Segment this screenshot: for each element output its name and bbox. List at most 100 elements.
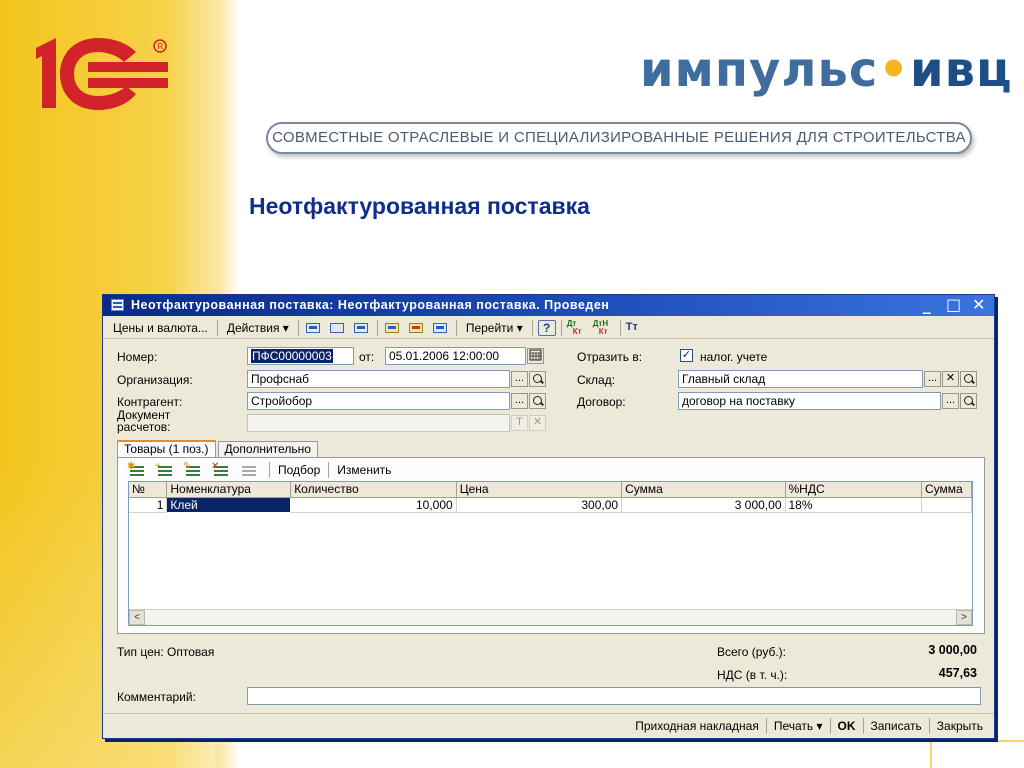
settlement-doc-label: Документ расчетов: bbox=[117, 409, 170, 433]
cell-nomenclature[interactable]: Клей bbox=[166, 496, 292, 513]
receipt-invoice-button[interactable]: Приходная накладная bbox=[628, 719, 766, 733]
goods-table[interactable]: № Номенклатура Количество Цена Сумма %НД… bbox=[128, 481, 973, 626]
cell-quantity[interactable]: 10,000 bbox=[290, 497, 457, 513]
maximize-button[interactable]: □ bbox=[946, 295, 961, 316]
brand-dot: • bbox=[878, 42, 910, 98]
cell-number[interactable]: 1 bbox=[129, 497, 168, 513]
horizontal-scrollbar[interactable]: < > bbox=[129, 609, 972, 625]
window-title: Неотфактурованная поставка: Неотфактуров… bbox=[131, 298, 610, 312]
toolbar-separator bbox=[619, 319, 621, 336]
contract-field[interactable]: договор на поставку bbox=[678, 392, 941, 410]
col-header[interactable]: Цена bbox=[456, 482, 623, 498]
table-row[interactable]: 1 Клей 10,000 300,00 3 000,00 18% bbox=[129, 496, 972, 513]
form-buttons-bar: Приходная накладная Печать ▾ OK Записать… bbox=[103, 713, 994, 738]
dt-kt-tax-icon[interactable]: ДтН Кт bbox=[593, 319, 615, 336]
prices-currency-button[interactable]: Цены и валюта... bbox=[107, 321, 214, 335]
calendar-button[interactable] bbox=[527, 348, 544, 364]
copy-icon[interactable] bbox=[431, 320, 451, 336]
copy-row-icon[interactable]: + bbox=[154, 462, 176, 478]
settlement-type-button[interactable]: T bbox=[511, 415, 528, 431]
text-format-icon[interactable]: Тт bbox=[626, 320, 648, 336]
ok-button[interactable]: OK bbox=[831, 719, 863, 733]
end-edit-icon[interactable] bbox=[238, 462, 260, 478]
contractor-select-button[interactable]: ... bbox=[511, 393, 528, 409]
document-window: Неотфактурованная поставка: Неотфактуров… bbox=[102, 294, 995, 739]
scroll-right-button[interactable]: > bbox=[956, 610, 972, 625]
save-button[interactable]: Записать bbox=[864, 719, 929, 733]
unpost-icon[interactable] bbox=[407, 320, 427, 336]
col-header[interactable]: Сумма bbox=[921, 482, 972, 498]
date-field[interactable]: 05.01.2006 12:00:00 bbox=[385, 347, 526, 365]
warehouse-select-button[interactable]: ... bbox=[924, 371, 941, 387]
toolbar-separator bbox=[297, 319, 299, 336]
toolbar-separator bbox=[376, 319, 378, 336]
contractor-open-button[interactable] bbox=[529, 393, 546, 409]
number-value: ПФС00000003 bbox=[251, 349, 333, 363]
close-button[interactable]: Закрыть bbox=[930, 719, 990, 733]
toolbar-separator bbox=[328, 462, 330, 478]
table-toolbar: ✱ + ✎ ✕ Подбор Изменить bbox=[126, 461, 396, 479]
tab-additional[interactable]: Дополнительно bbox=[217, 441, 318, 458]
nav-back-icon[interactable] bbox=[304, 320, 324, 336]
col-header[interactable]: Количество bbox=[290, 482, 457, 498]
window-titlebar[interactable]: Неотфактурованная поставка: Неотфактуров… bbox=[103, 295, 994, 316]
warehouse-clear-button[interactable]: ✕ bbox=[942, 371, 959, 387]
reflect-in-label: Отразить в: bbox=[577, 350, 643, 364]
cell-price[interactable]: 300,00 bbox=[456, 497, 623, 513]
brand-left: импульс bbox=[640, 42, 879, 98]
main-toolbar: Цены и валюта... Действия ▾ Перейти ▾ ? … bbox=[103, 317, 994, 339]
settlement-doc-field[interactable] bbox=[247, 414, 510, 432]
total-value: 3 000,00 bbox=[928, 643, 977, 657]
delete-row-icon[interactable]: ✕ bbox=[210, 462, 232, 478]
doc-structure-icon[interactable] bbox=[328, 320, 348, 336]
add-row-icon[interactable]: ✱ bbox=[126, 462, 148, 478]
close-window-button[interactable]: ✕ bbox=[972, 295, 986, 316]
number-field[interactable]: ПФС00000003 bbox=[247, 347, 354, 365]
price-type-label: Тип цен: Оптовая bbox=[117, 645, 215, 659]
slide-title: Неотфактурованная поставка bbox=[249, 193, 590, 219]
post-icon[interactable] bbox=[383, 320, 403, 336]
scroll-left-button[interactable]: < bbox=[129, 610, 145, 625]
cell-sum[interactable]: 3 000,00 bbox=[621, 497, 786, 513]
comment-field[interactable] bbox=[247, 687, 981, 705]
settlement-label-line2: расчетов: bbox=[117, 420, 171, 434]
contract-select-button[interactable]: ... bbox=[942, 393, 959, 409]
dt-kt-icon[interactable]: Дт Кт bbox=[567, 319, 589, 336]
settlement-clear-button[interactable]: ✕ bbox=[529, 415, 546, 431]
contract-label: Договор: bbox=[577, 395, 626, 409]
vat-label: НДС (в т. ч.): bbox=[717, 668, 788, 682]
edit-row-icon[interactable]: ✎ bbox=[182, 462, 204, 478]
cell-vat-sum[interactable] bbox=[921, 497, 972, 513]
from-label: от: bbox=[359, 350, 375, 364]
table-header: № Номенклатура Количество Цена Сумма %НД… bbox=[129, 482, 972, 498]
contractor-field[interactable]: Стройобор bbox=[247, 392, 510, 410]
svg-text:R: R bbox=[158, 42, 164, 51]
refresh-icon[interactable] bbox=[352, 320, 372, 336]
contractor-label: Контрагент: bbox=[117, 395, 183, 409]
cell-vat-rate[interactable]: 18% bbox=[785, 497, 922, 513]
goto-menu-button[interactable]: Перейти ▾ bbox=[460, 321, 529, 335]
vat-value: 457,63 bbox=[938, 666, 977, 680]
organization-label: Организация: bbox=[117, 373, 193, 387]
organization-field[interactable]: Профснаб bbox=[247, 370, 510, 388]
warehouse-open-button[interactable] bbox=[960, 371, 977, 387]
warehouse-field[interactable]: Главный склад bbox=[678, 370, 923, 388]
1c-logo: R bbox=[36, 38, 168, 110]
col-header[interactable]: %НДС bbox=[785, 482, 922, 498]
actions-menu-button[interactable]: Действия ▾ bbox=[221, 321, 295, 335]
help-icon[interactable]: ? bbox=[537, 319, 556, 336]
calendar-icon bbox=[529, 349, 542, 361]
organization-select-button[interactable]: ... bbox=[511, 371, 528, 387]
col-header[interactable]: Сумма bbox=[621, 482, 786, 498]
toolbar-separator bbox=[216, 319, 218, 336]
print-menu-button[interactable]: Печать ▾ bbox=[767, 719, 830, 733]
col-header[interactable]: Номенклатура bbox=[166, 482, 292, 498]
col-header[interactable]: № bbox=[129, 482, 168, 498]
tab-goods[interactable]: Товары (1 поз.) bbox=[117, 440, 216, 458]
select-items-button[interactable]: Подбор bbox=[273, 463, 325, 477]
contract-open-button[interactable] bbox=[960, 393, 977, 409]
change-items-button[interactable]: Изменить bbox=[332, 463, 396, 477]
minimize-button[interactable]: _ bbox=[920, 295, 934, 316]
tax-accounting-checkbox[interactable]: ✓ bbox=[680, 349, 693, 362]
organization-open-button[interactable] bbox=[529, 371, 546, 387]
